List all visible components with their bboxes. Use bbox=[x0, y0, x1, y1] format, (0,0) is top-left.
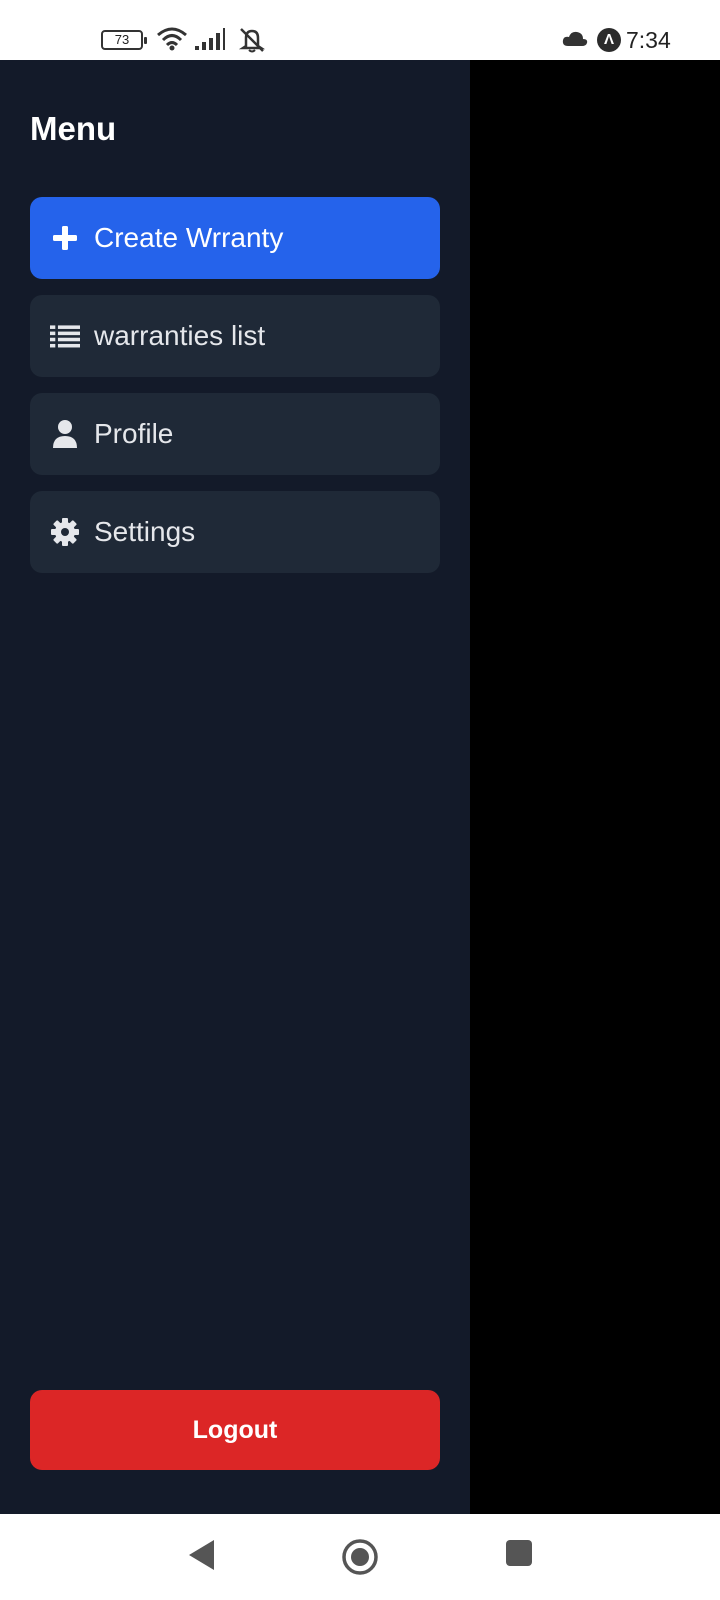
menu-item-label: Profile bbox=[94, 418, 174, 449]
status-bar: 73 Λ 7:34 bbox=[0, 0, 720, 60]
menu-item-label: warranties list bbox=[94, 320, 266, 351]
user-icon bbox=[50, 419, 80, 449]
back-icon[interactable] bbox=[186, 1538, 216, 1572]
app-notification-icon: Λ bbox=[597, 28, 621, 52]
navigation-drawer: Menu Create Wrranty warranties list Prof… bbox=[0, 60, 470, 1514]
menu-item-settings[interactable]: Settings bbox=[30, 491, 440, 573]
signal-icon bbox=[195, 28, 225, 50]
menu-item-label: Settings bbox=[94, 516, 196, 547]
wifi-icon bbox=[157, 27, 187, 51]
silent-icon bbox=[238, 28, 266, 53]
cloud-icon bbox=[562, 31, 588, 46]
menu-item-warranties-list[interactable]: warranties list bbox=[30, 295, 440, 377]
menu-item-create-warranty[interactable]: Create Wrranty bbox=[30, 197, 440, 279]
battery-icon: 73 bbox=[101, 30, 147, 50]
list-icon bbox=[50, 321, 80, 351]
battery-level: 73 bbox=[114, 32, 130, 47]
plus-icon bbox=[50, 223, 80, 253]
drawer-title: Menu bbox=[30, 110, 117, 147]
status-time: 7:34 bbox=[626, 27, 671, 53]
recents-icon[interactable] bbox=[504, 1538, 534, 1568]
gear-icon bbox=[50, 517, 80, 547]
menu-item-label: Create Wrranty bbox=[94, 222, 284, 253]
logout-button[interactable]: Logout bbox=[30, 1390, 440, 1470]
system-nav-bar bbox=[0, 1514, 720, 1600]
home-icon[interactable] bbox=[341, 1538, 379, 1576]
screen: 73 Λ 7:34 Menu Create Wrranty warranties… bbox=[0, 0, 720, 1600]
menu-item-profile[interactable]: Profile bbox=[30, 393, 440, 475]
